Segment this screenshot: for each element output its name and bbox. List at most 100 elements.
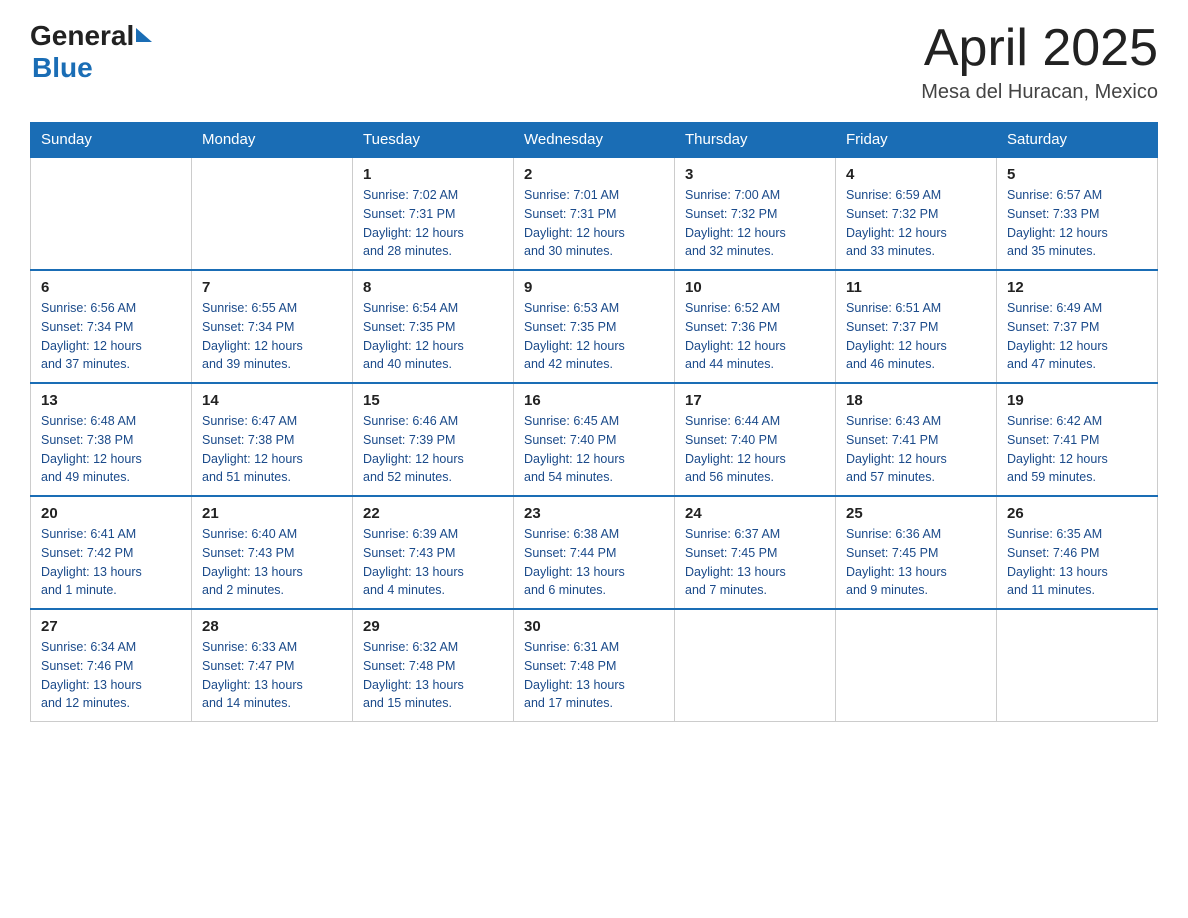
calendar-cell	[31, 157, 192, 270]
calendar-day-header: Friday	[836, 123, 997, 158]
day-info: Sunrise: 6:52 AM Sunset: 7:36 PM Dayligh…	[685, 299, 825, 374]
day-info: Sunrise: 6:41 AM Sunset: 7:42 PM Dayligh…	[41, 525, 181, 600]
calendar-cell: 4 Sunrise: 6:59 AM Sunset: 7:32 PM Daylig…	[836, 157, 997, 270]
calendar-day-header: Sunday	[31, 123, 192, 158]
calendar-cell: 27 Sunrise: 6:34 AM Sunset: 7:46 PM Dayli…	[31, 609, 192, 722]
calendar-table: SundayMondayTuesdayWednesdayThursdayFrid…	[30, 122, 1158, 722]
calendar-cell: 9 Sunrise: 6:53 AM Sunset: 7:35 PM Daylig…	[514, 270, 675, 383]
logo-arrow-icon	[136, 28, 152, 42]
day-number: 26	[1007, 505, 1147, 522]
day-number: 5	[1007, 166, 1147, 183]
calendar-header-row: SundayMondayTuesdayWednesdayThursdayFrid…	[31, 123, 1158, 158]
calendar-cell	[836, 609, 997, 722]
logo: General Blue	[30, 20, 152, 84]
day-info: Sunrise: 6:35 AM Sunset: 7:46 PM Dayligh…	[1007, 525, 1147, 600]
day-info: Sunrise: 6:54 AM Sunset: 7:35 PM Dayligh…	[363, 299, 503, 374]
day-info: Sunrise: 6:53 AM Sunset: 7:35 PM Dayligh…	[524, 299, 664, 374]
calendar-week-row: 27 Sunrise: 6:34 AM Sunset: 7:46 PM Dayli…	[31, 609, 1158, 722]
calendar-cell: 20 Sunrise: 6:41 AM Sunset: 7:42 PM Dayli…	[31, 496, 192, 609]
calendar-cell: 5Sunrise: 6:57 AM Sunset: 7:33 PM Daylig…	[997, 157, 1158, 270]
day-info: Sunrise: 6:59 AM Sunset: 7:32 PM Dayligh…	[846, 186, 986, 261]
page-header: General Blue April 2025 Mesa del Huracan…	[30, 20, 1158, 104]
calendar-cell	[192, 157, 353, 270]
calendar-cell: 8Sunrise: 6:54 AM Sunset: 7:35 PM Daylig…	[353, 270, 514, 383]
day-number: 29	[363, 618, 503, 635]
calendar-cell: 17 Sunrise: 6:44 AM Sunset: 7:40 PM Dayli…	[675, 383, 836, 496]
day-number: 28	[202, 618, 342, 635]
day-info: Sunrise: 6:40 AM Sunset: 7:43 PM Dayligh…	[202, 525, 342, 600]
day-info: Sunrise: 6:37 AM Sunset: 7:45 PM Dayligh…	[685, 525, 825, 600]
day-number: 16	[524, 392, 664, 409]
day-number: 9	[524, 279, 664, 296]
day-info: Sunrise: 6:56 AM Sunset: 7:34 PM Dayligh…	[41, 299, 181, 374]
day-number: 19	[1007, 392, 1147, 409]
calendar-cell: 12 Sunrise: 6:49 AM Sunset: 7:37 PM Dayli…	[997, 270, 1158, 383]
day-number: 24	[685, 505, 825, 522]
day-number: 12	[1007, 279, 1147, 296]
day-info: Sunrise: 6:55 AM Sunset: 7:34 PM Dayligh…	[202, 299, 342, 374]
calendar-cell: 29 Sunrise: 6:32 AM Sunset: 7:48 PM Dayli…	[353, 609, 514, 722]
day-info: Sunrise: 6:44 AM Sunset: 7:40 PM Dayligh…	[685, 412, 825, 487]
day-info: Sunrise: 6:38 AM Sunset: 7:44 PM Dayligh…	[524, 525, 664, 600]
calendar-day-header: Monday	[192, 123, 353, 158]
calendar-day-header: Saturday	[997, 123, 1158, 158]
calendar-cell: 13 Sunrise: 6:48 AM Sunset: 7:38 PM Dayli…	[31, 383, 192, 496]
day-info: Sunrise: 7:00 AM Sunset: 7:32 PM Dayligh…	[685, 186, 825, 261]
day-number: 10	[685, 279, 825, 296]
day-number: 18	[846, 392, 986, 409]
day-info: Sunrise: 6:48 AM Sunset: 7:38 PM Dayligh…	[41, 412, 181, 487]
day-info: Sunrise: 6:45 AM Sunset: 7:40 PM Dayligh…	[524, 412, 664, 487]
day-number: 4	[846, 166, 986, 183]
day-info: Sunrise: 6:32 AM Sunset: 7:48 PM Dayligh…	[363, 638, 503, 713]
calendar-cell: 11 Sunrise: 6:51 AM Sunset: 7:37 PM Dayli…	[836, 270, 997, 383]
day-number: 13	[41, 392, 181, 409]
day-info: Sunrise: 6:51 AM Sunset: 7:37 PM Dayligh…	[846, 299, 986, 374]
location-title: Mesa del Huracan, Mexico	[921, 81, 1158, 104]
calendar-cell: 23Sunrise: 6:38 AM Sunset: 7:44 PM Dayli…	[514, 496, 675, 609]
calendar-cell: 1Sunrise: 7:02 AM Sunset: 7:31 PM Daylig…	[353, 157, 514, 270]
month-title: April 2025	[921, 20, 1158, 77]
day-info: Sunrise: 6:47 AM Sunset: 7:38 PM Dayligh…	[202, 412, 342, 487]
day-number: 22	[363, 505, 503, 522]
day-info: Sunrise: 6:49 AM Sunset: 7:37 PM Dayligh…	[1007, 299, 1147, 374]
day-number: 21	[202, 505, 342, 522]
day-number: 7	[202, 279, 342, 296]
calendar-cell: 21 Sunrise: 6:40 AM Sunset: 7:43 PM Dayli…	[192, 496, 353, 609]
day-number: 2	[524, 166, 664, 183]
calendar-cell: 7 Sunrise: 6:55 AM Sunset: 7:34 PM Daylig…	[192, 270, 353, 383]
calendar-cell: 15Sunrise: 6:46 AM Sunset: 7:39 PM Dayli…	[353, 383, 514, 496]
calendar-week-row: 20 Sunrise: 6:41 AM Sunset: 7:42 PM Dayli…	[31, 496, 1158, 609]
calendar-cell: 3 Sunrise: 7:00 AM Sunset: 7:32 PM Daylig…	[675, 157, 836, 270]
calendar-cell: 10 Sunrise: 6:52 AM Sunset: 7:36 PM Dayli…	[675, 270, 836, 383]
logo-blue-text: Blue	[32, 52, 93, 84]
calendar-cell: 24 Sunrise: 6:37 AM Sunset: 7:45 PM Dayli…	[675, 496, 836, 609]
calendar-week-row: 1Sunrise: 7:02 AM Sunset: 7:31 PM Daylig…	[31, 157, 1158, 270]
day-number: 3	[685, 166, 825, 183]
calendar-cell: 30 Sunrise: 6:31 AM Sunset: 7:48 PM Dayli…	[514, 609, 675, 722]
day-info: Sunrise: 6:33 AM Sunset: 7:47 PM Dayligh…	[202, 638, 342, 713]
day-number: 17	[685, 392, 825, 409]
day-number: 6	[41, 279, 181, 296]
calendar-cell: 22 Sunrise: 6:39 AM Sunset: 7:43 PM Dayli…	[353, 496, 514, 609]
logo-general-text: General	[30, 20, 134, 52]
day-number: 11	[846, 279, 986, 296]
day-number: 1	[363, 166, 503, 183]
calendar-cell: 19 Sunrise: 6:42 AM Sunset: 7:41 PM Dayli…	[997, 383, 1158, 496]
calendar-day-header: Wednesday	[514, 123, 675, 158]
calendar-cell: 25Sunrise: 6:36 AM Sunset: 7:45 PM Dayli…	[836, 496, 997, 609]
day-info: Sunrise: 6:42 AM Sunset: 7:41 PM Dayligh…	[1007, 412, 1147, 487]
day-info: Sunrise: 6:36 AM Sunset: 7:45 PM Dayligh…	[846, 525, 986, 600]
day-number: 30	[524, 618, 664, 635]
day-number: 14	[202, 392, 342, 409]
calendar-cell: 2 Sunrise: 7:01 AM Sunset: 7:31 PM Daylig…	[514, 157, 675, 270]
day-number: 20	[41, 505, 181, 522]
day-info: Sunrise: 7:01 AM Sunset: 7:31 PM Dayligh…	[524, 186, 664, 261]
calendar-cell: 28 Sunrise: 6:33 AM Sunset: 7:47 PM Dayli…	[192, 609, 353, 722]
day-info: Sunrise: 6:34 AM Sunset: 7:46 PM Dayligh…	[41, 638, 181, 713]
day-info: Sunrise: 6:43 AM Sunset: 7:41 PM Dayligh…	[846, 412, 986, 487]
day-number: 27	[41, 618, 181, 635]
day-info: Sunrise: 6:39 AM Sunset: 7:43 PM Dayligh…	[363, 525, 503, 600]
calendar-cell	[997, 609, 1158, 722]
calendar-cell: 16 Sunrise: 6:45 AM Sunset: 7:40 PM Dayli…	[514, 383, 675, 496]
day-info: Sunrise: 6:31 AM Sunset: 7:48 PM Dayligh…	[524, 638, 664, 713]
